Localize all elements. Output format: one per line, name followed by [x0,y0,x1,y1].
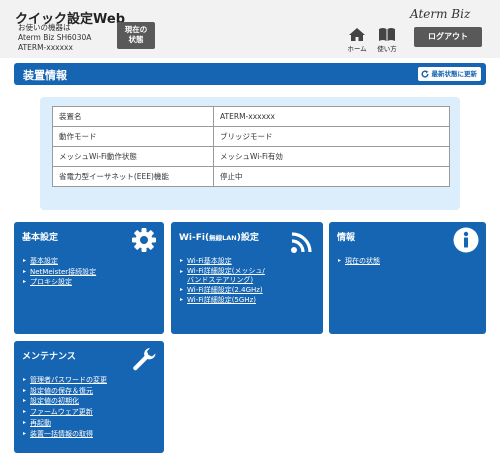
link-firmware-update[interactable]: ファームウェア更新 [23,407,107,418]
basic-settings-links: 基本設定 NetMeister接続設定 プロキシ設定 [23,256,96,288]
section-title: 装置情報 [23,69,67,82]
link-get-device-info[interactable]: 装置一括情報の取得 [23,429,107,440]
link-text: 管理者パスワードの変更 [30,376,107,384]
home-label: ホーム [347,45,367,53]
status-button-line-1: 現在の [124,25,148,34]
table-row: メッシュWi-Fi動作状態 メッシュWi-Fi有効 [52,146,450,167]
refresh-button[interactable]: 最新状態に更新 [417,67,481,81]
wifi-settings-links: Wi-Fi基本設定 Wi-Fi詳細設定(メッシュ/バンドステアリング) Wi-F… [180,256,265,306]
device-info-line: お使いの機器は [18,23,71,32]
link-proxy[interactable]: プロキシ設定 [23,277,96,288]
link-text: Wi-Fi詳細設定(2.4GHz) [187,285,263,294]
wifi-icon [291,232,312,253]
link-current-status[interactable]: 現在の状態 [338,256,380,267]
maintenance-card: メンテナンス 管理者パスワードの変更 設定値の保存＆復元 設定値の初期化 ファー… [14,341,164,453]
wifi-settings-card: Wi-Fi(無線LAN)設定 Wi-Fi基本設定 Wi-Fi詳細設定(メッシュ/… [171,222,323,334]
card-title: メンテナンス [22,352,76,362]
maintenance-links: 管理者パスワードの変更 設定値の保存＆復元 設定値の初期化 ファームウェア更新 … [23,375,107,439]
card-title: 基本設定 [22,233,59,243]
info-icon [453,227,479,253]
refresh-icon [421,70,429,78]
device-model: Aterm Biz SH6030A [18,33,92,42]
row-key: 装置名 [52,106,214,127]
device-info-panel: 装置名 ATERM-xxxxxx 動作モード ブリッジモード メッシュWi-Fi… [40,97,460,210]
row-key: 動作モード [52,126,214,147]
row-value: ATERM-xxxxxx [213,106,450,127]
link-text: プロキシ設定 [30,278,72,286]
link-wifi-24ghz[interactable]: Wi-Fi詳細設定(2.4GHz) [180,285,265,296]
link-text: 再起動 [30,418,51,427]
basic-settings-card: 基本設定 基本設定 NetMeister接続設定 プロキシ設定 [14,222,164,334]
logo: Aterm Biz [410,7,471,21]
link-text: Wi-Fi基本設定 [187,257,232,265]
section-bar: 装置情報 最新状態に更新 [14,63,486,85]
link-initialize[interactable]: 設定値の初期化 [23,396,107,407]
link-text: 設定値の保存＆復元 [30,386,93,395]
link-reboot[interactable]: 再起動 [23,418,107,429]
link-basic-settings[interactable]: 基本設定 [23,256,96,267]
device-info: お使いの機器は Aterm Biz SH6030A ATERM-xxxxxx [18,23,91,53]
link-text: 現在の状態 [345,257,380,265]
card-title: Wi-Fi(無線LAN)設定 [179,230,259,243]
link-text: 基本設定 [30,257,58,265]
link-text: 設定値の初期化 [30,397,79,406]
row-key: 省電力型イーサネット(EEE)機能 [52,166,214,187]
row-value: メッシュWi-Fi有効 [213,146,450,167]
link-text: NetMeister接続設定 [30,267,97,276]
wrench-icon [133,348,156,371]
info-card: 情報 現在の状態 [329,222,486,334]
current-status-button[interactable]: 現在の 状態 [117,22,155,49]
wifi-title-end: )設定 [236,233,259,243]
device-name: ATERM-xxxxxx [18,43,73,52]
table-row: 動作モード ブリッジモード [52,126,450,147]
info-links: 現在の状態 [338,256,380,267]
link-change-password[interactable]: 管理者パスワードの変更 [23,375,107,386]
table-row: 省電力型イーサネット(EEE)機能 停止中 [52,166,450,187]
home-button[interactable]: ホーム [346,27,368,53]
link-text: 装置一括情報の取得 [30,429,93,438]
link-text: バンドステアリング) [187,275,254,284]
link-wifi-mesh[interactable]: Wi-Fi詳細設定(メッシュ/バンドステアリング) [180,267,265,285]
row-value: ブリッジモード [213,126,450,147]
manual-button[interactable]: 使い方 [376,27,398,53]
home-icon [349,28,365,41]
refresh-label: 最新状態に更新 [431,70,478,78]
wifi-title-main: Wi-Fi( [179,233,210,243]
link-text: ファームウェア更新 [30,408,93,417]
header: クイック設定Web お使いの機器は Aterm Biz SH6030A ATER… [0,0,500,58]
logout-button[interactable]: ログアウト [414,27,482,47]
link-text: Wi-Fi詳細設定(メッシュ/ [187,266,265,275]
manual-label: 使い方 [377,45,397,53]
card-title: 情報 [337,233,356,243]
link-text: Wi-Fi詳細設定(5GHz) [187,296,256,304]
row-key: メッシュWi-Fi動作状態 [52,146,214,167]
link-netmeister[interactable]: NetMeister接続設定 [23,267,96,278]
link-wifi-5ghz[interactable]: Wi-Fi詳細設定(5GHz) [180,295,265,306]
table-row: 装置名 ATERM-xxxxxx [52,106,450,127]
wifi-title-small: 無線LAN [209,234,237,242]
book-icon [379,28,395,41]
link-wifi-basic[interactable]: Wi-Fi基本設定 [180,256,265,267]
link-save-restore[interactable]: 設定値の保存＆復元 [23,386,107,397]
status-button-line-2: 状態 [128,35,144,44]
device-info-table: 装置名 ATERM-xxxxxx 動作モード ブリッジモード メッシュWi-Fi… [52,106,450,187]
row-value: 停止中 [213,166,450,187]
gear-icon [132,228,156,252]
